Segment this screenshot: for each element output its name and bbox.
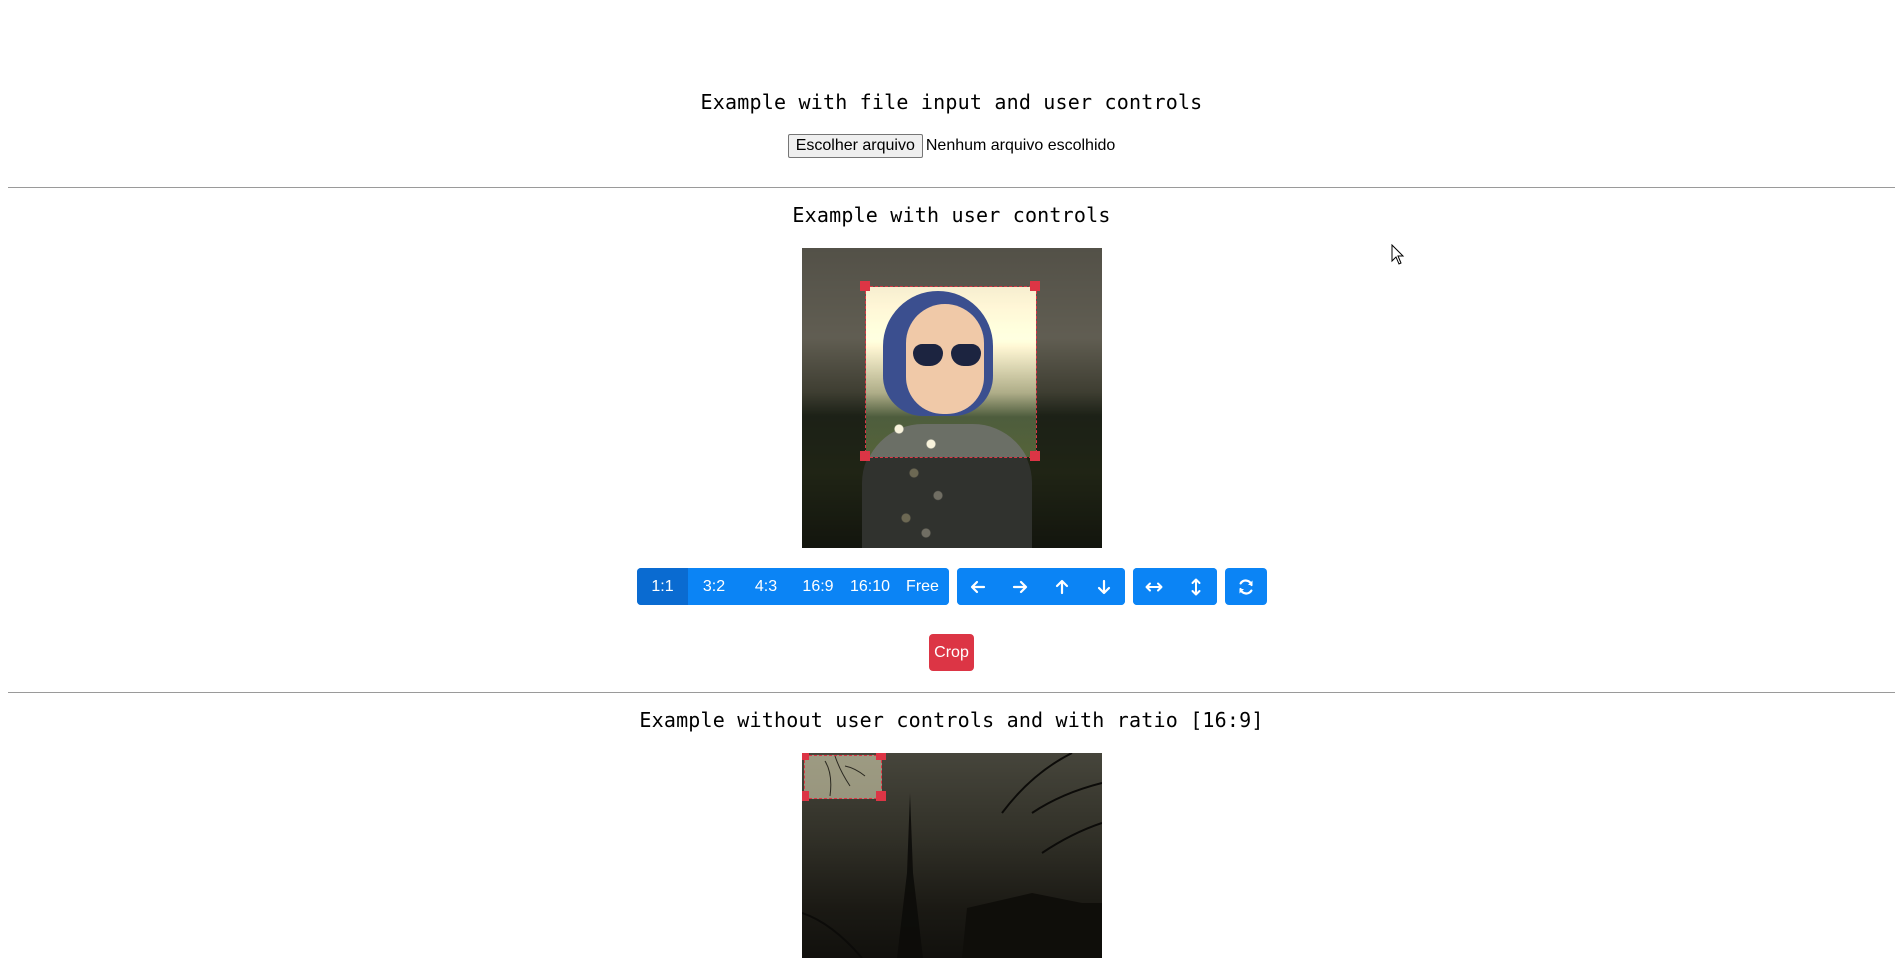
- move-group: [957, 568, 1125, 605]
- move-up-button[interactable]: [1041, 568, 1083, 605]
- file-example-title: Example with file input and user control…: [700, 90, 1203, 114]
- ratio-4-3-button[interactable]: 4:3: [740, 568, 792, 605]
- move-left-button[interactable]: [957, 568, 999, 605]
- ratio-16-9-button[interactable]: 16:9: [792, 568, 844, 605]
- crop-glasses-shape: [951, 344, 981, 366]
- crop-handle-bottom-left[interactable]: [802, 791, 809, 801]
- ratio-16-10-button[interactable]: 16:10: [844, 568, 896, 605]
- flip-vertical-icon: [1191, 578, 1201, 595]
- flip-vertical-button[interactable]: [1175, 568, 1217, 605]
- controls-example-title: Example with user controls: [792, 203, 1111, 227]
- ratio-example-title: Example without user controls and with r…: [639, 708, 1264, 732]
- crop-handle-bottom-left[interactable]: [860, 451, 870, 461]
- arrow-right-icon: [1012, 580, 1028, 593]
- crop-selection-image: [866, 287, 1036, 457]
- arrow-left-icon: [970, 580, 986, 593]
- section-divider: [8, 692, 1895, 693]
- crop-handle-bottom-right[interactable]: [1030, 451, 1040, 461]
- ratio-3-2-button[interactable]: 3:2: [688, 568, 740, 605]
- page: Example with file input and user control…: [0, 0, 1903, 958]
- ratio-1-1-button[interactable]: 1:1: [637, 568, 688, 605]
- crop-button[interactable]: Crop: [929, 634, 974, 671]
- reset-button[interactable]: [1225, 568, 1267, 605]
- arrow-up-icon: [1055, 579, 1069, 594]
- flip-group: [1133, 568, 1217, 605]
- cropper-toolbar: 1:1 3:2 4:3 16:9 16:10 Free: [637, 568, 1267, 605]
- aspect-ratio-group: 1:1 3:2 4:3 16:9 16:10 Free: [637, 568, 949, 605]
- branch-shape: [824, 756, 866, 797]
- move-right-button[interactable]: [999, 568, 1041, 605]
- crop-handle-bottom-right[interactable]: [876, 791, 886, 801]
- file-status-text: Nenhum arquivo escolhido: [925, 137, 1116, 154]
- crop-handle-top-left[interactable]: [860, 281, 870, 291]
- flip-horizontal-button[interactable]: [1133, 568, 1175, 605]
- mouse-cursor-icon: [1391, 244, 1405, 265]
- file-input-row: Escolher arquivo Nenhum arquivo escolhido: [0, 134, 1903, 158]
- portrait-cropper[interactable]: [802, 248, 1102, 548]
- ratio-free-button[interactable]: Free: [896, 568, 949, 605]
- reset-group: [1225, 568, 1267, 605]
- paris-cropper[interactable]: [802, 753, 1102, 958]
- crop-flowers-shape: [883, 399, 963, 457]
- flip-horizontal-icon: [1145, 582, 1163, 591]
- crop-handle-top-right[interactable]: [876, 753, 886, 760]
- refresh-icon: [1239, 578, 1253, 595]
- crop-handle-top-left[interactable]: [802, 753, 809, 760]
- crop-handle-top-right[interactable]: [1030, 281, 1040, 291]
- crop-glasses-shape: [913, 344, 943, 366]
- arrow-down-icon: [1097, 579, 1111, 594]
- move-down-button[interactable]: [1083, 568, 1125, 605]
- section-divider: [8, 187, 1895, 188]
- crop-selection-box[interactable]: [804, 755, 882, 799]
- choose-file-button[interactable]: Escolher arquivo: [787, 134, 923, 158]
- crop-selection-box[interactable]: [865, 286, 1037, 458]
